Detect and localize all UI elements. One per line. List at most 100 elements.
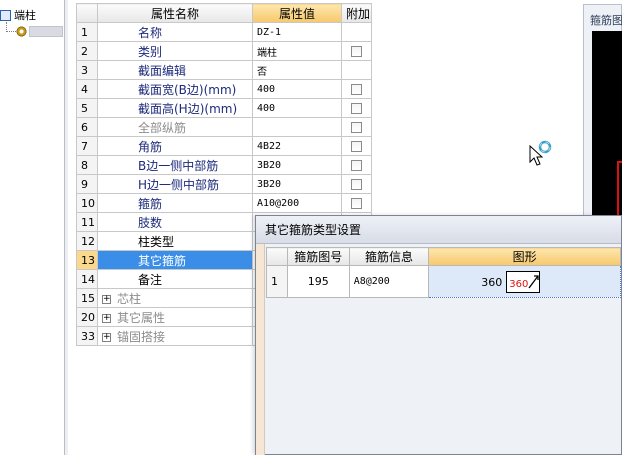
stirrup-shape-cell[interactable]: 360 360 <box>428 265 621 298</box>
extra-checkbox[interactable] <box>351 46 362 57</box>
tree-splitter[interactable] <box>64 0 68 455</box>
row-number: 3 <box>76 60 98 80</box>
header-stirrup-shape[interactable]: 图形 <box>428 247 621 266</box>
expand-icon[interactable]: + <box>102 294 111 304</box>
tree-connector <box>6 31 16 32</box>
property-name[interactable]: 截面宽(B边)(mm) <box>97 79 253 99</box>
extra-checkbox[interactable] <box>351 103 362 114</box>
row-number: 5 <box>76 98 98 118</box>
header-stirrup-info[interactable]: 箍筋信息 <box>348 247 430 266</box>
row-number: 12 <box>76 231 98 251</box>
dialog-titlebar[interactable]: 其它箍筋类型设置 <box>256 216 621 244</box>
property-name[interactable]: 柱类型 <box>97 231 253 251</box>
stirrup-shape-icon[interactable]: 360 <box>506 271 541 293</box>
extra-cell <box>341 60 372 80</box>
tree-node-root[interactable]: 端柱 <box>0 8 36 22</box>
table-row[interactable]: 7 角筋 4B22 <box>76 136 372 156</box>
property-grid-header: 属性名称 属性值 附加 <box>76 3 372 23</box>
property-value[interactable]: DZ-1 <box>252 22 342 42</box>
property-value[interactable]: 400 <box>252 79 342 99</box>
extra-checkbox[interactable] <box>351 160 362 171</box>
property-value[interactable] <box>252 117 342 137</box>
stirrup-info-cell[interactable]: A8@200 <box>348 265 430 298</box>
extra-cell <box>341 155 372 175</box>
extra-checkbox[interactable] <box>351 122 362 133</box>
stirrup-shape-label: 360 <box>509 279 529 290</box>
group-row-name[interactable]: + 芯柱 <box>97 288 253 308</box>
extra-cell <box>341 22 372 42</box>
dialog-title: 其它箍筋类型设置 <box>265 223 362 237</box>
property-name[interactable]: B边一侧中部筋 <box>97 155 253 175</box>
header-stirrup-code[interactable]: 箍筋图号 <box>286 247 350 266</box>
other-stirrup-dialog: 其它箍筋类型设置 箍筋图号 箍筋信息 图形 1 195 A8@200 360 3… <box>255 215 622 455</box>
expand-icon[interactable]: + <box>102 332 111 342</box>
property-value[interactable]: 3B20 <box>252 174 342 194</box>
gear-icon <box>16 26 27 37</box>
property-name[interactable]: 截面高(H边)(mm) <box>97 98 253 118</box>
table-row[interactable]: 2 类别 端柱 <box>76 41 372 61</box>
row-number: 6 <box>76 117 98 137</box>
table-row[interactable]: 8 B边一侧中部筋 3B20 <box>76 155 372 175</box>
extra-checkbox[interactable] <box>351 198 362 209</box>
busy-cursor-icon <box>529 140 552 166</box>
property-name[interactable]: H边一侧中部筋 <box>97 174 253 194</box>
group-row-name[interactable]: + 锚固搭接 <box>97 326 253 346</box>
extra-checkbox[interactable] <box>351 179 362 190</box>
table-row[interactable]: 1 195 A8@200 360 360 <box>266 265 621 298</box>
extra-checkbox[interactable] <box>351 141 362 152</box>
table-row[interactable]: 6 全部纵筋 <box>76 117 372 137</box>
header-property-name[interactable]: 属性名称 <box>97 3 253 23</box>
property-name[interactable]: 肢数 <box>97 212 253 232</box>
group-label: 芯柱 <box>117 291 142 306</box>
property-value[interactable]: 端柱 <box>252 41 342 61</box>
extra-cell <box>341 174 372 194</box>
extra-checkbox[interactable] <box>351 84 362 95</box>
extra-cell <box>341 193 372 213</box>
extra-cell <box>341 136 372 156</box>
stirrup-outline <box>617 161 622 221</box>
row-number: 33 <box>76 326 98 346</box>
row-number: 14 <box>76 269 98 289</box>
row-number: 8 <box>76 155 98 175</box>
property-name[interactable]: 箍筋 <box>97 193 253 213</box>
group-row-name[interactable]: + 其它属性 <box>97 307 253 327</box>
header-property-value[interactable]: 属性值 <box>252 3 342 23</box>
property-name[interactable]: 全部纵筋 <box>97 117 253 137</box>
stirrup-table-header: 箍筋图号 箍筋信息 图形 <box>266 247 621 266</box>
table-row[interactable]: 1 名称 DZ-1 <box>76 22 372 42</box>
expand-icon[interactable]: + <box>102 313 111 323</box>
column-icon <box>0 9 11 21</box>
table-row[interactable]: 4 截面宽(B边)(mm) 400 <box>76 79 372 99</box>
property-name[interactable]: 其它箍筋 <box>97 250 253 270</box>
stirrup-code-cell[interactable]: 195 <box>286 265 350 298</box>
property-value[interactable]: 否 <box>252 60 342 80</box>
group-label: 其它属性 <box>117 310 166 325</box>
header-extra[interactable]: 附加 <box>341 3 372 23</box>
property-value[interactable]: 3B20 <box>252 155 342 175</box>
property-value[interactable]: 400 <box>252 98 342 118</box>
property-name[interactable]: 备注 <box>97 269 253 289</box>
table-row[interactable]: 10 箍筋 A10@200 <box>76 193 372 213</box>
property-name[interactable]: 类别 <box>97 41 253 61</box>
group-label: 锚固搭接 <box>117 329 166 344</box>
extra-cell <box>341 79 372 99</box>
tree-child-label-box <box>29 26 63 37</box>
row-number: 10 <box>76 193 98 213</box>
property-value[interactable]: 4B22 <box>252 136 342 156</box>
table-row[interactable]: 5 截面高(H边)(mm) 400 <box>76 98 372 118</box>
row-number: 2 <box>76 41 98 61</box>
row-number: 13 <box>76 250 98 270</box>
tree-node-child[interactable] <box>16 25 63 38</box>
row-number: 11 <box>76 212 98 232</box>
header-corner <box>76 3 98 23</box>
row-number: 1 <box>266 265 288 298</box>
row-number: 9 <box>76 174 98 194</box>
property-value[interactable]: A10@200 <box>252 193 342 213</box>
property-name[interactable]: 名称 <box>97 22 253 42</box>
table-row[interactable]: 3 截面编辑否 <box>76 60 372 80</box>
row-number: 20 <box>76 307 98 327</box>
dialog-side-strip <box>256 244 265 455</box>
property-name[interactable]: 角筋 <box>97 136 253 156</box>
property-name[interactable]: 截面编辑 <box>97 60 253 80</box>
table-row[interactable]: 9 H边一侧中部筋 3B20 <box>76 174 372 194</box>
